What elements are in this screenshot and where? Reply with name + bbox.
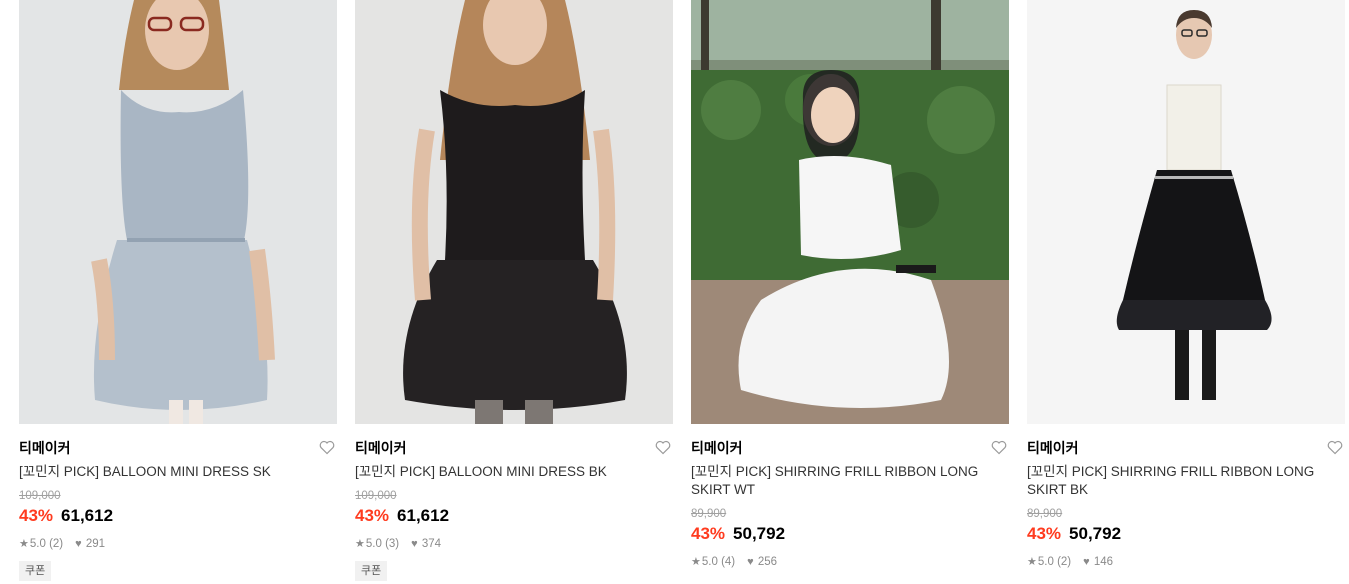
product-image[interactable] [355, 0, 673, 424]
sale-price: 50,792 [733, 524, 786, 543]
product-card[interactable]: 티메이커 [꼬민지 PICK] SHIRRING FRILL RIBBON LO… [691, 0, 1009, 584]
like-count: 146 [1093, 556, 1114, 568]
discount-rate: 43% [691, 524, 726, 543]
review-count: (2) [1057, 556, 1072, 568]
price-row: 43% 61,612 [19, 506, 113, 526]
product-name[interactable]: [꼬민지 PICK] BALLOON MINI DRESS SK [19, 463, 309, 481]
review-count: (4) [721, 556, 736, 568]
coupon-badge: 쿠폰 [355, 561, 388, 581]
product-meta: ★ 5.0 (2) ♥ 291 [19, 537, 105, 551]
like-count: 291 [85, 538, 106, 550]
brand-name[interactable]: 티메이커 [19, 439, 71, 457]
star-icon: ★ [355, 538, 365, 550]
discount-rate: 43% [1027, 524, 1062, 543]
wishlist-heart-icon[interactable] [991, 440, 1007, 455]
brand-name[interactable]: 티메이커 [691, 439, 743, 457]
like-heart-icon: ♥ [411, 538, 418, 550]
wishlist-heart-icon[interactable] [1327, 440, 1343, 455]
original-price: 89,900 [691, 508, 727, 520]
product-card[interactable]: 티메이커 [꼬민지 PICK] BALLOON MINI DRESS SK 10… [19, 0, 337, 584]
like-count: 374 [421, 538, 442, 550]
brand-name[interactable]: 티메이커 [1027, 439, 1079, 457]
like-heart-icon: ♥ [747, 556, 754, 568]
product-image[interactable] [19, 0, 337, 424]
price-row: 43% 50,792 [1027, 524, 1121, 544]
rating-value: 5.0 [29, 538, 46, 550]
like-heart-icon: ♥ [1083, 556, 1090, 568]
review-count: (3) [385, 538, 400, 550]
brand-name[interactable]: 티메이커 [355, 439, 407, 457]
original-price: 109,000 [19, 490, 61, 502]
product-name[interactable]: [꼬민지 PICK] SHIRRING FRILL RIBBON LONG SK… [1027, 463, 1317, 499]
product-meta: ★ 5.0 (4) ♥ 256 [691, 555, 777, 569]
coupon-badge: 쿠폰 [19, 561, 52, 581]
star-icon: ★ [19, 538, 29, 550]
price-row: 43% 61,612 [355, 506, 449, 526]
review-count: (2) [49, 538, 64, 550]
product-card[interactable]: 티메이커 [꼬민지 PICK] BALLOON MINI DRESS BK 10… [355, 0, 673, 584]
original-price: 109,000 [355, 490, 397, 502]
original-price: 89,900 [1027, 508, 1063, 520]
like-heart-icon: ♥ [75, 538, 82, 550]
like-count: 256 [757, 556, 778, 568]
rating-value: 5.0 [1037, 556, 1054, 568]
star-icon: ★ [1027, 556, 1037, 568]
product-name[interactable]: [꼬민지 PICK] BALLOON MINI DRESS BK [355, 463, 645, 481]
discount-rate: 43% [19, 506, 54, 525]
sale-price: 50,792 [1069, 524, 1122, 543]
price-row: 43% 50,792 [691, 524, 785, 544]
product-meta: ★ 5.0 (3) ♥ 374 [355, 537, 441, 551]
rating-value: 5.0 [365, 538, 382, 550]
product-meta: ★ 5.0 (2) ♥ 146 [1027, 555, 1113, 569]
sale-price: 61,612 [397, 506, 450, 525]
product-grid: 티메이커 [꼬민지 PICK] BALLOON MINI DRESS SK 10… [19, 0, 1345, 584]
wishlist-heart-icon[interactable] [319, 440, 335, 455]
product-image[interactable] [1027, 0, 1345, 424]
product-image[interactable] [691, 0, 1009, 424]
product-card[interactable]: 티메이커 [꼬민지 PICK] SHIRRING FRILL RIBBON LO… [1027, 0, 1345, 584]
discount-rate: 43% [355, 506, 390, 525]
wishlist-heart-icon[interactable] [655, 440, 671, 455]
star-icon: ★ [691, 556, 701, 568]
sale-price: 61,612 [61, 506, 114, 525]
product-name[interactable]: [꼬민지 PICK] SHIRRING FRILL RIBBON LONG SK… [691, 463, 981, 499]
rating-value: 5.0 [701, 556, 718, 568]
